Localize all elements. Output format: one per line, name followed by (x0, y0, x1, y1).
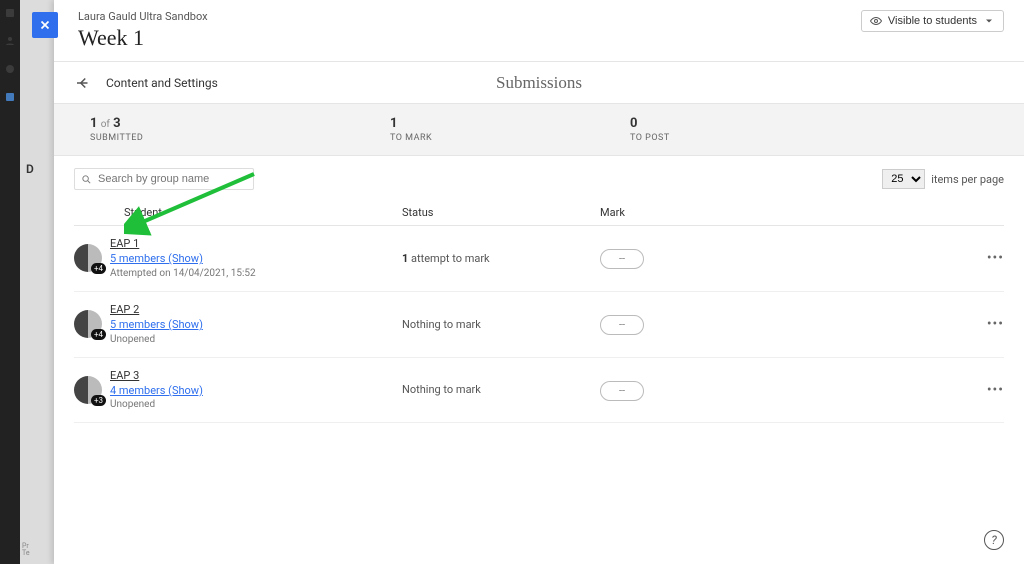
to-mark-label: TO MARK (390, 133, 630, 143)
group-name-link[interactable]: EAP 3 (110, 368, 203, 383)
table-row: +3 EAP 3 4 members (Show) Unopened Nothi… (74, 358, 1004, 424)
row-status: 1 attempt to mark (402, 252, 600, 265)
mark-pill[interactable]: -- (600, 315, 644, 335)
group-name-link[interactable]: EAP 2 (110, 302, 203, 317)
row-status: Nothing to mark (402, 383, 600, 396)
submitted-of: of (101, 119, 110, 130)
to-post-count: 0 (630, 116, 637, 131)
row-more-icon[interactable]: ••• (974, 250, 1004, 266)
mark-pill[interactable]: -- (600, 381, 644, 401)
stat-to-post: 0 TO POST (630, 116, 670, 143)
panel-body: 25 items per page Student Status Mark +4 (54, 156, 1024, 564)
stat-to-mark: 1 TO MARK (390, 116, 630, 143)
page-title: Week 1 (78, 25, 208, 51)
avatar[interactable]: +4 (74, 244, 102, 272)
sandbox-name: Laura Gauld Ultra Sandbox (78, 10, 208, 23)
mark-pill[interactable]: -- (600, 249, 644, 269)
stat-submitted: 1 of 3 SUBMITTED (90, 116, 390, 143)
visibility-label: Visible to students (888, 15, 977, 27)
members-link[interactable]: 5 members (Show) (110, 251, 256, 266)
left-rail (0, 0, 20, 564)
row-meta: Unopened (110, 333, 203, 347)
search-icon (81, 174, 92, 185)
behind-initial: D (26, 162, 34, 176)
col-student[interactable]: Student (124, 206, 402, 219)
search-input[interactable] (98, 173, 247, 185)
row-more-icon[interactable]: ••• (974, 316, 1004, 332)
visibility-toggle[interactable]: Visible to students (861, 10, 1004, 32)
submitted-label: SUBMITTED (90, 133, 390, 143)
col-mark[interactable]: Mark (600, 206, 1004, 219)
members-link[interactable]: 5 members (Show) (110, 317, 203, 332)
avatar[interactable]: +3 (74, 376, 102, 404)
col-status[interactable]: Status (402, 206, 600, 219)
sub-header: Content and Settings Submissions (54, 62, 1024, 104)
avatar-badge: +4 (91, 263, 106, 274)
items-per-page-label: items per page (931, 173, 1004, 186)
close-icon[interactable] (32, 12, 58, 38)
submissions-title: Submissions (496, 73, 582, 93)
row-more-icon[interactable]: ••• (974, 382, 1004, 398)
row-status: Nothing to mark (402, 318, 600, 331)
rail-icon-1[interactable] (4, 4, 16, 16)
to-post-label: TO POST (630, 133, 670, 143)
search-box[interactable] (74, 168, 254, 190)
submitted-total: 3 (113, 116, 120, 131)
submitted-count: 1 (90, 116, 97, 131)
rail-icon-4[interactable] (4, 88, 16, 100)
panel-header: Laura Gauld Ultra Sandbox Week 1 Visible… (54, 0, 1024, 62)
table-head: Student Status Mark (74, 200, 1004, 226)
group-name-link[interactable]: EAP 1 (110, 236, 256, 251)
pager: 25 items per page (882, 169, 1004, 189)
items-per-page-select[interactable]: 25 (882, 169, 925, 189)
table-row: +4 EAP 1 5 members (Show) Attempted on 1… (74, 226, 1004, 292)
table-row: +4 EAP 2 5 members (Show) Unopened Nothi… (74, 292, 1004, 358)
rail-icon-3[interactable] (4, 60, 16, 72)
members-link[interactable]: 4 members (Show) (110, 383, 203, 398)
row-meta: Attempted on 14/04/2021, 15:52 (110, 267, 256, 281)
rail-icon-2[interactable] (4, 32, 16, 44)
to-mark-count: 1 (390, 116, 397, 131)
row-meta: Unopened (110, 398, 203, 412)
avatar[interactable]: +4 (74, 310, 102, 338)
back-arrow-icon[interactable] (74, 74, 92, 92)
eye-icon (870, 15, 882, 27)
chevron-down-icon (983, 15, 995, 27)
help-icon[interactable]: ? (984, 530, 1004, 550)
content-settings-link[interactable]: Content and Settings (106, 76, 218, 90)
avatar-badge: +3 (91, 395, 106, 406)
bottom-tiny-text: PrTe (22, 543, 30, 558)
stats-bar: 1 of 3 SUBMITTED 1 TO MARK 0 TO POST (54, 104, 1024, 156)
avatar-badge: +4 (91, 329, 106, 340)
